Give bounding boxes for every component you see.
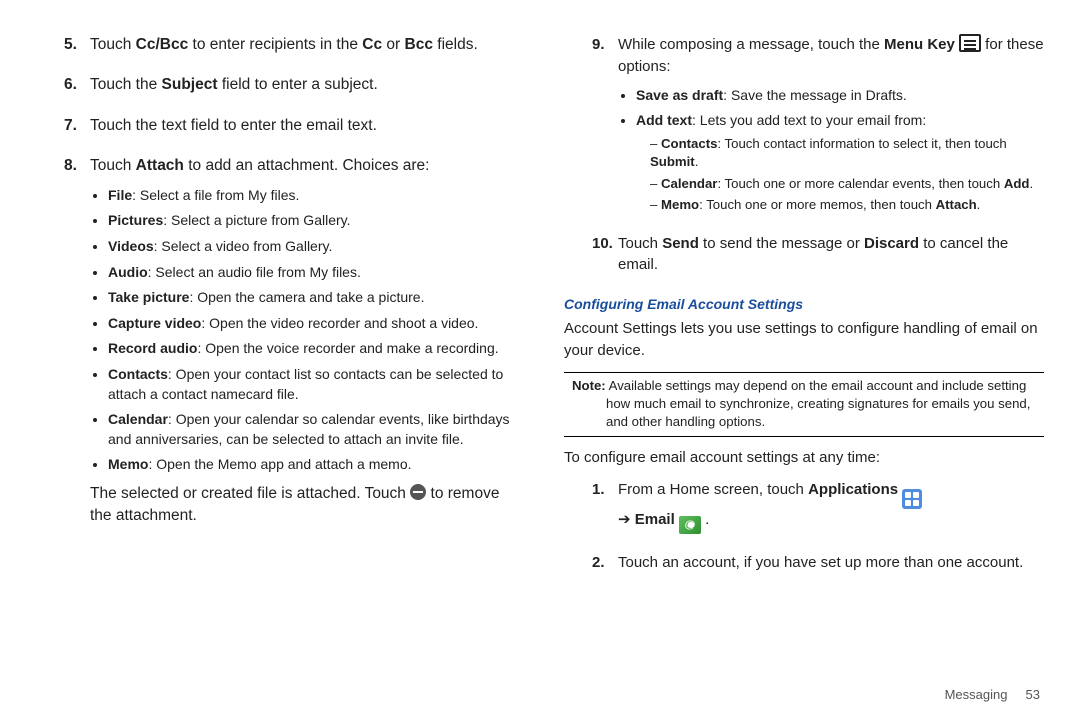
list-item: Calendar: Touch one or more calendar eve… bbox=[650, 175, 1044, 193]
step-body: Touch Attach to add an attachment. Choic… bbox=[90, 155, 516, 536]
list-item: Audio: Select an audio file from My file… bbox=[108, 263, 516, 283]
list-item: Add text: Lets you add text to your emai… bbox=[636, 111, 1044, 215]
list-item: Calendar: Open your calendar so calendar… bbox=[108, 410, 516, 449]
list-item: File: Select a file from My files. bbox=[108, 186, 516, 206]
step-body: From a Home screen, touch Applications ➔… bbox=[618, 479, 1044, 542]
step-number: 5. bbox=[64, 34, 90, 64]
right-column: 9.While composing a message, touch the M… bbox=[540, 28, 1044, 700]
list-item: Memo: Touch one or more memos, then touc… bbox=[650, 196, 1044, 214]
manual-page: 5.Touch Cc/Bcc to enter recipients in th… bbox=[0, 0, 1080, 720]
step-body: Touch the text field to enter the email … bbox=[90, 115, 516, 145]
config-step-2: 2.Touch an account, if you have set up m… bbox=[592, 552, 1044, 582]
menu-key-icon bbox=[959, 34, 981, 52]
add-text-sublist: Contacts: Touch contact information to s… bbox=[636, 135, 1044, 215]
step-10: 10.Touch Send to send the message or Dis… bbox=[592, 233, 1044, 285]
config-step-1: 1.From a Home screen, touch Applications… bbox=[592, 479, 1044, 542]
step-number: 10. bbox=[592, 233, 618, 285]
step-number: 9. bbox=[592, 34, 618, 223]
page-footer: Messaging 53 bbox=[945, 687, 1040, 702]
step-number: 7. bbox=[64, 115, 90, 145]
left-column: 5.Touch Cc/Bcc to enter recipients in th… bbox=[36, 28, 540, 700]
menu-options-list: Save as draft: Save the message in Draft… bbox=[618, 86, 1044, 215]
list-item: Save as draft: Save the message in Draft… bbox=[636, 86, 1044, 106]
footer-section: Messaging bbox=[945, 687, 1008, 702]
step-5: 5.Touch Cc/Bcc to enter recipients in th… bbox=[64, 34, 516, 64]
list-item: Contacts: Touch contact information to s… bbox=[650, 135, 1044, 172]
step-body: Touch the Subject field to enter a subje… bbox=[90, 74, 516, 104]
applications-icon bbox=[902, 489, 922, 509]
list-item: Pictures: Select a picture from Gallery. bbox=[108, 211, 516, 231]
list-item: Contacts: Open your contact list so cont… bbox=[108, 365, 516, 404]
step-body: Touch an account, if you have set up mor… bbox=[618, 552, 1044, 582]
step-8: 8.Touch Attach to add an attachment. Cho… bbox=[64, 155, 516, 536]
step-number: 8. bbox=[64, 155, 90, 536]
remove-icon bbox=[410, 484, 426, 500]
step-7: 7.Touch the text field to enter the emai… bbox=[64, 115, 516, 145]
step-number: 1. bbox=[592, 479, 618, 542]
note-block: Note: Available settings may depend on t… bbox=[572, 377, 1044, 430]
list-item: Record audio: Open the voice recorder an… bbox=[108, 339, 516, 359]
step-body: While composing a message, touch the Men… bbox=[618, 34, 1044, 223]
email-icon bbox=[679, 516, 701, 534]
note-rule-bottom bbox=[564, 436, 1044, 437]
section-intro: Account Settings lets you use settings t… bbox=[564, 318, 1044, 362]
section-heading: Configuring Email Account Settings bbox=[564, 294, 1044, 314]
footer-page-number: 53 bbox=[1026, 687, 1040, 702]
list-item: Videos: Select a video from Gallery. bbox=[108, 237, 516, 257]
list-item: Take picture: Open the camera and take a… bbox=[108, 288, 516, 308]
step-number: 6. bbox=[64, 74, 90, 104]
list-item: Capture video: Open the video recorder a… bbox=[108, 314, 516, 334]
step-6: 6.Touch the Subject field to enter a sub… bbox=[64, 74, 516, 104]
config-lead: To configure email account settings at a… bbox=[564, 447, 1044, 469]
step-9: 9.While composing a message, touch the M… bbox=[592, 34, 1044, 223]
note-rule-top bbox=[564, 372, 1044, 373]
step-body: Touch Cc/Bcc to enter recipients in the … bbox=[90, 34, 516, 64]
attachment-tail: The selected or created file is attached… bbox=[90, 483, 516, 528]
step-number: 2. bbox=[592, 552, 618, 582]
attachment-options-list: File: Select a file from My files. Pictur… bbox=[90, 186, 516, 475]
list-item: Memo: Open the Memo app and attach a mem… bbox=[108, 455, 516, 475]
step-body: Touch Send to send the message or Discar… bbox=[618, 233, 1044, 285]
